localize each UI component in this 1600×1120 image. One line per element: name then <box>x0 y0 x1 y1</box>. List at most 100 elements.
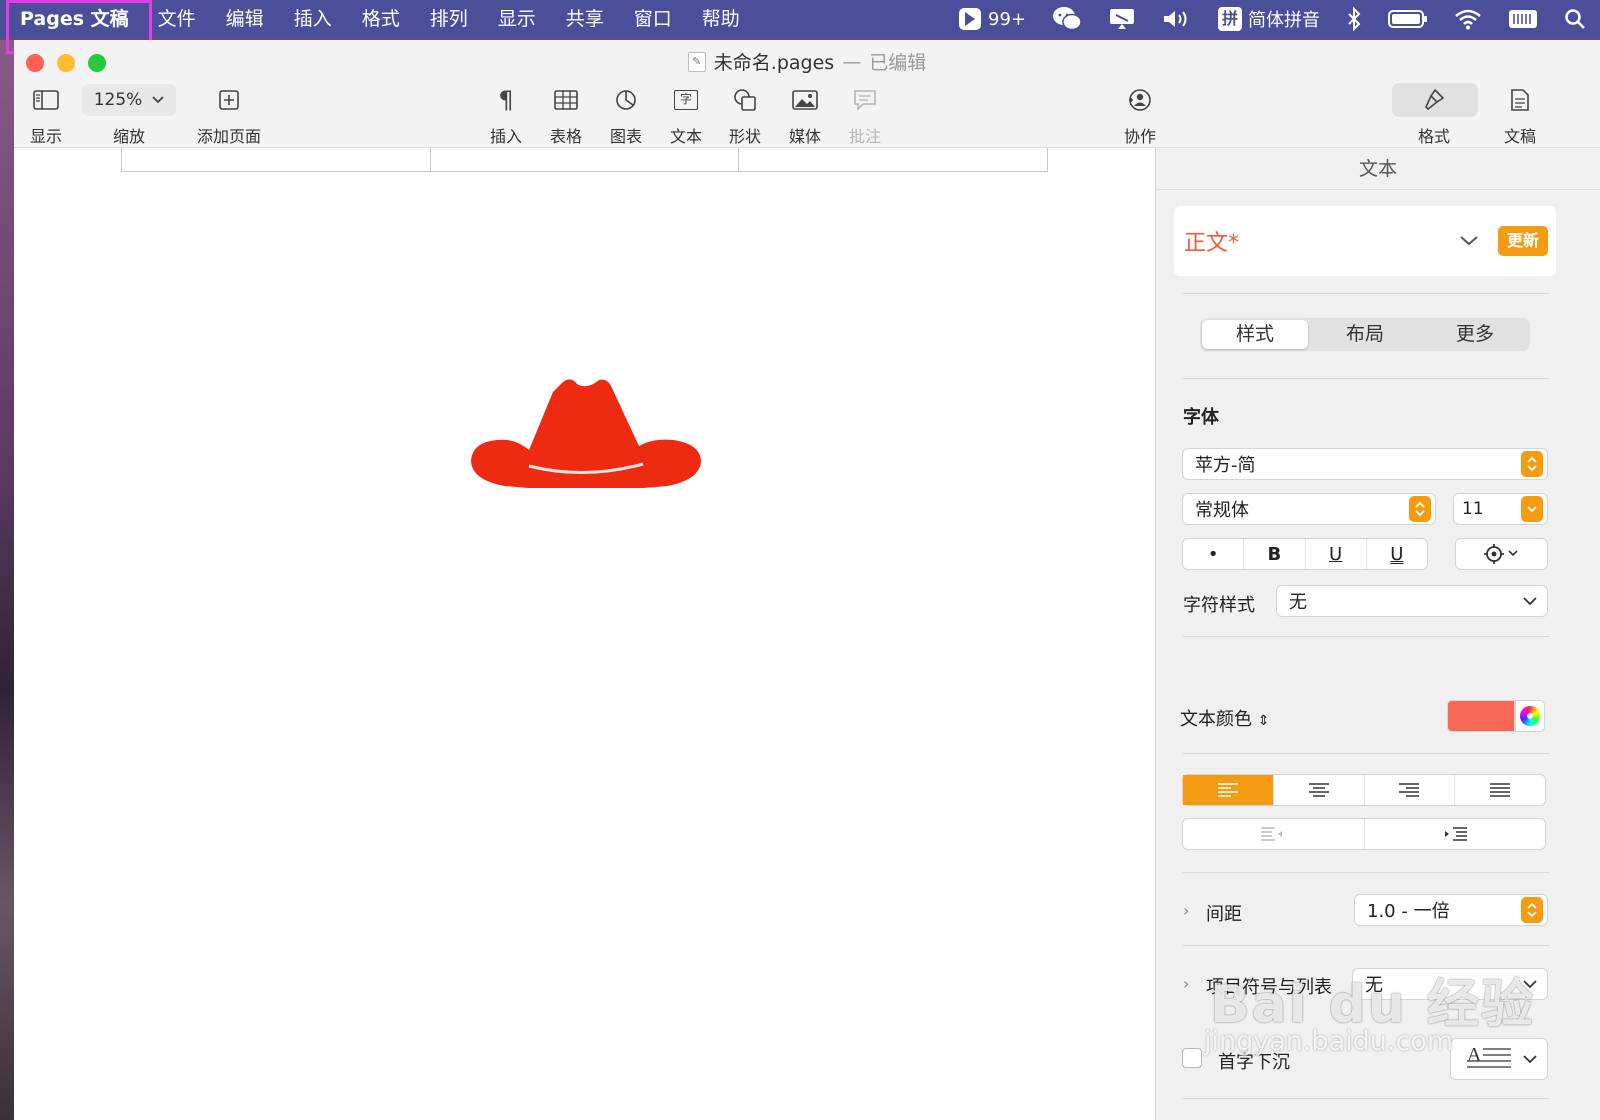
char-style-select[interactable]: 无 <box>1276 585 1548 617</box>
spacing-value: 1.0 - 一倍 <box>1367 901 1450 922</box>
justify-icon <box>1490 783 1511 797</box>
document-canvas[interactable] <box>14 148 1155 1120</box>
bluetooth-status[interactable] <box>1346 7 1362 31</box>
keyboard-status[interactable] <box>1508 8 1538 30</box>
tab-layout[interactable]: 布局 <box>1312 320 1418 349</box>
display-status[interactable] <box>1108 7 1136 31</box>
collaborate-button[interactable]: 协作 <box>1122 80 1158 147</box>
double-underline-button[interactable]: U <box>1367 539 1427 569</box>
table-cell[interactable] <box>739 148 1047 171</box>
menu-edit[interactable]: 编辑 <box>211 0 279 38</box>
comment-button[interactable]: 批注 <box>847 80 883 147</box>
increase-indent-button[interactable] <box>1365 819 1546 849</box>
window-title: ✎ 未命名.pages — 已编辑 <box>14 48 1600 75</box>
spotlight-status[interactable] <box>1564 8 1586 30</box>
input-method-status[interactable]: 拼 简体拼音 <box>1218 6 1320 32</box>
text-color-label[interactable]: 文本颜色 ⇕ <box>1180 705 1269 731</box>
drop-cap-preview-icon: A <box>1463 1041 1523 1078</box>
view-button[interactable]: 显示 <box>28 80 64 147</box>
text-color-swatch[interactable] <box>1447 700 1515 732</box>
menu-app-name[interactable]: Pages 文稿 <box>0 0 143 38</box>
volume-status[interactable] <box>1162 8 1192 30</box>
font-size-field[interactable]: 11 <box>1453 493 1548 525</box>
font-weight-value: 常规体 <box>1195 500 1249 521</box>
char-style-value: 无 <box>1289 592 1307 613</box>
desktop-wallpaper <box>0 40 14 1120</box>
divider <box>1183 945 1549 946</box>
display-icon <box>1110 9 1134 29</box>
decrease-indent-button[interactable] <box>1183 819 1365 849</box>
table-cell[interactable] <box>431 148 740 171</box>
wifi-status[interactable] <box>1454 8 1482 30</box>
gear-icon <box>1456 539 1547 569</box>
wechat-status[interactable] <box>1052 6 1082 32</box>
underline-button[interactable]: U <box>1306 539 1367 569</box>
volume-icon <box>1164 11 1187 27</box>
bold-button[interactable]: B <box>1244 539 1306 569</box>
tab-more[interactable]: 更多 <box>1422 320 1528 349</box>
text-label: 文本 <box>669 127 702 146</box>
notification-status[interactable]: 99+ <box>958 7 1026 31</box>
disclosure-chevron-icon[interactable]: › <box>1183 901 1189 920</box>
menu-arrange[interactable]: 排列 <box>415 0 483 38</box>
justify-button[interactable] <box>1455 775 1545 805</box>
menu-help[interactable]: 帮助 <box>687 0 755 38</box>
align-left-button[interactable] <box>1183 775 1274 805</box>
document-label: 文稿 <box>1503 127 1536 146</box>
chevron-down-icon <box>152 96 164 104</box>
font-weight-select[interactable]: 常规体 <box>1182 493 1436 525</box>
cowboy-hat-image[interactable] <box>467 376 703 488</box>
chevron-down-icon <box>1460 236 1478 246</box>
inspector-header: 文本 <box>1156 148 1600 190</box>
update-style-button[interactable]: 更新 <box>1498 226 1548 256</box>
chevron-down-icon[interactable] <box>1521 496 1543 522</box>
drop-cap-style-select[interactable]: A <box>1450 1038 1548 1080</box>
document-setup-icon <box>1511 89 1529 111</box>
send-app-icon <box>959 8 981 30</box>
menu-file[interactable]: 文件 <box>143 0 211 38</box>
color-wheel-button[interactable] <box>1515 700 1545 732</box>
text-box-icon: 字 <box>674 90 698 110</box>
disclosure-chevron-icon[interactable]: › <box>1183 974 1189 993</box>
add-page-icon <box>219 90 239 110</box>
shape-button[interactable]: 形状 <box>727 80 763 147</box>
menu-window[interactable]: 窗口 <box>619 0 687 38</box>
battery-status[interactable] <box>1388 9 1428 29</box>
insert-button[interactable]: ¶ 插入 <box>488 80 524 147</box>
menu-view[interactable]: 显示 <box>483 0 551 38</box>
zoom-value: 125% <box>93 90 143 110</box>
document-name[interactable]: 未命名.pages <box>714 48 834 75</box>
table-icon <box>554 90 578 110</box>
document-button[interactable]: 文稿 <box>1496 80 1544 147</box>
align-center-button[interactable] <box>1274 775 1365 805</box>
document-table[interactable] <box>121 148 1048 172</box>
char-style-label: 字符样式 <box>1183 595 1255 616</box>
text-options-button[interactable] <box>1455 538 1548 570</box>
bullet-button[interactable]: • <box>1183 539 1245 569</box>
add-page-button[interactable]: 添加页面 <box>190 80 268 147</box>
menu-share[interactable]: 共享 <box>551 0 619 38</box>
font-size-value: 11 <box>1462 499 1484 519</box>
paragraph-style-selector[interactable]: 正文* 更新 <box>1174 206 1556 276</box>
text-box-button[interactable]: 字 文本 <box>668 80 704 147</box>
format-button[interactable]: 格式 <box>1410 80 1458 147</box>
align-right-button[interactable] <box>1365 775 1456 805</box>
menu-insert[interactable]: 插入 <box>279 0 347 38</box>
pages-window: ✎ 未命名.pages — 已编辑 显示 125% 缩放 添加页面 ¶ 插入 表… <box>14 40 1600 1120</box>
tab-style[interactable]: 样式 <box>1202 320 1308 349</box>
battery-icon <box>1388 10 1427 28</box>
table-button[interactable]: 表格 <box>548 80 584 147</box>
wifi-icon <box>1455 9 1481 30</box>
table-cell[interactable] <box>122 148 431 171</box>
spacing-select[interactable]: 1.0 - 一倍 <box>1354 894 1548 926</box>
drop-cap-checkbox[interactable] <box>1182 1048 1202 1068</box>
title-separator: — <box>842 50 862 73</box>
media-button[interactable]: 媒体 <box>787 80 823 147</box>
zoom-select[interactable]: 125% <box>82 84 176 116</box>
window-toolbar: ✎ 未命名.pages — 已编辑 显示 125% 缩放 添加页面 ¶ 插入 表… <box>14 40 1600 148</box>
menu-format[interactable]: 格式 <box>347 0 415 38</box>
zoom-control[interactable]: 125% 缩放 <box>82 80 176 147</box>
font-family-select[interactable]: 苹方-简 <box>1182 448 1548 480</box>
media-label: 媒体 <box>788 127 821 146</box>
chart-button[interactable]: 图表 <box>608 80 644 147</box>
